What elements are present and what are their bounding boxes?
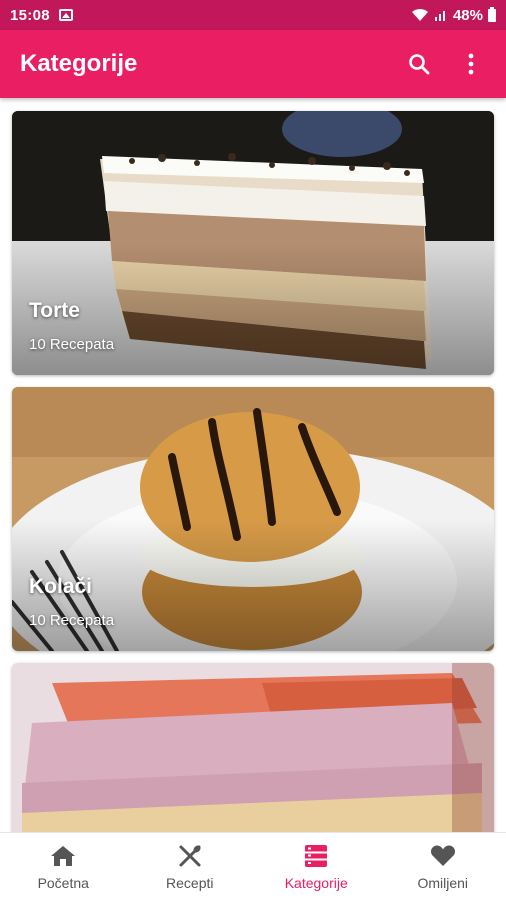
category-card-kolaci[interactable]: Kolači 10 Recepata bbox=[12, 387, 494, 651]
nav-label: Omiljeni bbox=[417, 874, 469, 891]
category-title: Torte bbox=[29, 299, 80, 322]
mousse-cake-image bbox=[12, 663, 494, 832]
battery-icon bbox=[488, 6, 496, 22]
home-icon bbox=[51, 845, 76, 866]
page-title: Kategorije bbox=[20, 50, 138, 77]
status-right: 48% bbox=[411, 6, 496, 24]
search-button[interactable] bbox=[404, 49, 434, 79]
category-card-torte[interactable]: Torte 10 Recepata bbox=[12, 111, 494, 375]
category-card-3[interactable] bbox=[12, 663, 494, 832]
nav-label: Kategorije bbox=[284, 874, 348, 891]
cutlery-icon bbox=[179, 844, 201, 866]
card-shade bbox=[12, 243, 494, 375]
recipe-count: 10 Recepata bbox=[29, 336, 115, 353]
more-vert-icon bbox=[468, 53, 474, 75]
app-bar-actions bbox=[404, 49, 486, 79]
heart-icon bbox=[430, 845, 455, 866]
app-bar: Kategorije bbox=[0, 30, 506, 98]
image-notification-icon bbox=[58, 9, 73, 21]
nav-item-omiljeni[interactable]: Omiljeni bbox=[380, 833, 506, 900]
overflow-menu-button[interactable] bbox=[456, 49, 486, 79]
nav-item-recepti[interactable]: Recepti bbox=[127, 833, 254, 900]
nav-item-pocetna[interactable]: Početna bbox=[0, 833, 127, 900]
nav-label: Recepti bbox=[166, 874, 214, 891]
bottom-navigation: Početna Recepti Kategorije Omiljeni bbox=[0, 832, 506, 900]
battery-percentage: 48% bbox=[452, 6, 483, 24]
recipe-count: 10 Recepata bbox=[29, 612, 115, 629]
status-bar: 15:08 48% bbox=[0, 0, 506, 30]
nav-item-kategorije[interactable]: Kategorije bbox=[253, 833, 380, 900]
wifi-icon bbox=[411, 8, 428, 21]
status-time: 15:08 bbox=[10, 6, 50, 24]
category-icon bbox=[305, 844, 328, 867]
category-list[interactable]: Torte 10 Recepata Kolači 10 Recepata bbox=[0, 98, 506, 832]
nav-label: Početna bbox=[37, 874, 89, 891]
search-icon bbox=[409, 54, 430, 75]
category-title: Kolači bbox=[29, 575, 93, 598]
signal-icon bbox=[434, 11, 445, 21]
